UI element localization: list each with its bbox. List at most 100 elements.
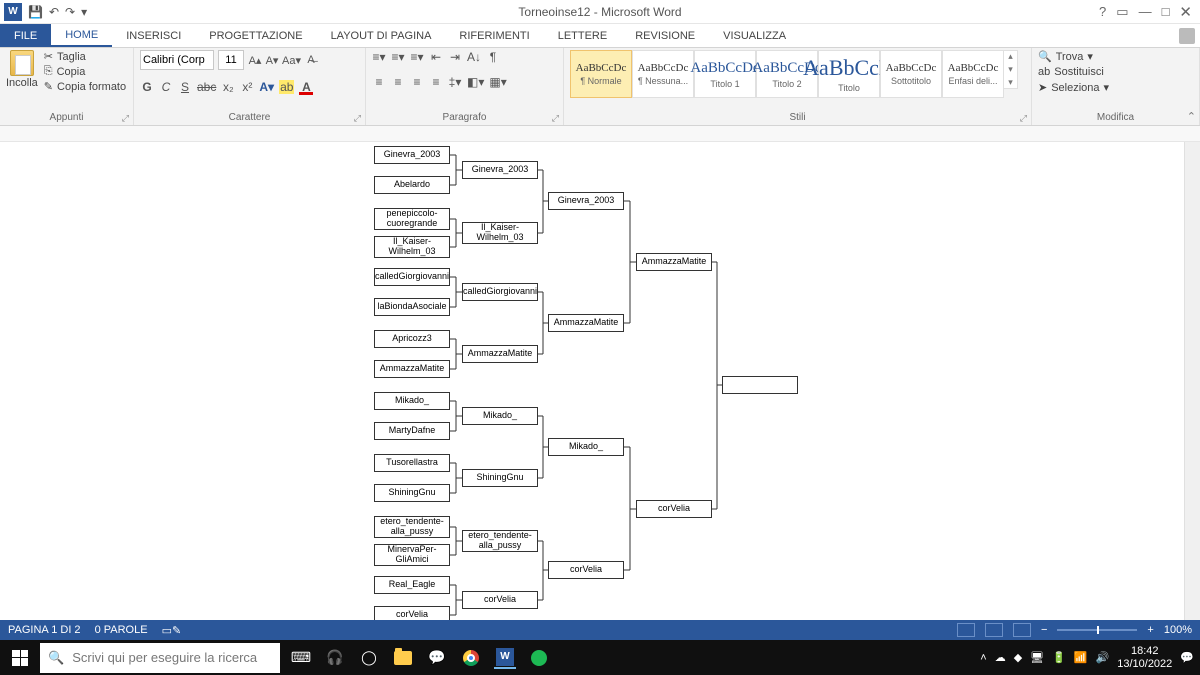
page-indicator[interactable]: PAGINA 1 DI 2: [8, 624, 81, 636]
borders-button[interactable]: ▦▾: [489, 75, 506, 89]
read-mode-button[interactable]: [957, 623, 975, 637]
tab-layout[interactable]: LAYOUT DI PAGINA: [317, 24, 446, 47]
collapse-ribbon-icon[interactable]: ⌃: [1187, 110, 1196, 123]
web-layout-button[interactable]: [1013, 623, 1031, 637]
dialog-launcher-icon[interactable]: ⤢: [552, 113, 559, 124]
style-enfasideli[interactable]: AaBbCcDcEnfasi deli...: [942, 50, 1004, 98]
tray-icon[interactable]: ◆: [1014, 651, 1022, 664]
style-titolo1[interactable]: AaBbCcDcTitolo 1: [694, 50, 756, 98]
font-size-input[interactable]: [218, 50, 244, 70]
save-icon[interactable]: 💾: [28, 5, 43, 19]
bold-button[interactable]: G: [140, 80, 154, 94]
dialog-launcher-icon[interactable]: ⤢: [1020, 113, 1027, 124]
ruler[interactable]: [0, 126, 1200, 142]
zoom-level[interactable]: 100%: [1164, 624, 1192, 636]
account-button[interactable]: [1174, 24, 1200, 47]
notifications-icon[interactable]: 💬: [1180, 651, 1194, 664]
maximize-icon[interactable]: □: [1162, 4, 1170, 19]
help-icon[interactable]: ?: [1099, 4, 1106, 19]
tab-design[interactable]: PROGETTAZIONE: [195, 24, 316, 47]
task-view-button[interactable]: ◯: [358, 647, 380, 669]
zoom-in-button[interactable]: +: [1147, 624, 1153, 636]
taskbar-app[interactable]: 🎧: [324, 647, 346, 669]
undo-icon[interactable]: ↶: [49, 5, 59, 19]
bullets-button[interactable]: ≡▾: [372, 50, 386, 64]
tab-file[interactable]: FILE: [0, 24, 51, 47]
taskbar-app[interactable]: ⌨: [290, 647, 312, 669]
styles-more-button[interactable]: ▴▾▾: [1004, 50, 1018, 89]
select-button[interactable]: ➤Seleziona ▾: [1038, 81, 1109, 94]
spotify-button[interactable]: [528, 647, 550, 669]
tray-chevron-icon[interactable]: ˄: [980, 652, 986, 664]
show-marks-button[interactable]: ¶: [486, 50, 500, 64]
battery-icon[interactable]: 🔋: [1052, 651, 1066, 664]
dialog-launcher-icon[interactable]: ⤢: [122, 113, 129, 124]
spellcheck-icon[interactable]: ▭✎: [162, 624, 182, 637]
cut-button[interactable]: ✂Taglia: [44, 50, 126, 63]
superscript-button[interactable]: x²: [240, 80, 254, 94]
font-color-button[interactable]: A: [299, 80, 313, 94]
increase-indent-button[interactable]: ⇥: [448, 50, 462, 64]
dialog-launcher-icon[interactable]: ⤢: [354, 113, 361, 124]
style-normale[interactable]: AaBbCcDc¶ Normale: [570, 50, 632, 98]
tray-icon[interactable]: 🖥: [1030, 651, 1044, 664]
copy-button[interactable]: ⎘Copia: [44, 65, 126, 78]
style-nessuna[interactable]: AaBbCcDc¶ Nessuna...: [632, 50, 694, 98]
close-icon[interactable]: ✕: [1179, 3, 1192, 21]
find-button[interactable]: 🔍Trova ▾: [1038, 50, 1093, 63]
format-painter-button[interactable]: ✎Copia formato: [44, 80, 126, 93]
chrome-button[interactable]: [460, 647, 482, 669]
ribbon-options-icon[interactable]: ▭: [1116, 4, 1128, 20]
shrink-font-button[interactable]: A▾: [265, 54, 279, 67]
print-layout-button[interactable]: [985, 623, 1003, 637]
start-button[interactable]: [0, 650, 40, 666]
justify-button[interactable]: ≡: [429, 75, 443, 89]
tab-view[interactable]: VISUALIZZA: [709, 24, 800, 47]
clear-format-button[interactable]: A̶: [304, 54, 318, 67]
text-effects-button[interactable]: A▾: [259, 80, 274, 94]
document-area[interactable]: Ginevra_2003Abelardopenepiccolo-cuoregra…: [0, 142, 1200, 620]
tab-insert[interactable]: INSERISCI: [112, 24, 195, 47]
zoom-out-button[interactable]: −: [1041, 624, 1047, 636]
volume-icon[interactable]: 🔊: [1096, 651, 1110, 664]
taskbar-search[interactable]: 🔍Scrivi qui per eseguire la ricerca: [40, 643, 280, 673]
highlight-button[interactable]: ab: [279, 80, 294, 94]
style-sottotitolo[interactable]: AaBbCcDcSottotitolo: [880, 50, 942, 98]
tab-mailings[interactable]: LETTERE: [544, 24, 622, 47]
grow-font-button[interactable]: A▴: [248, 54, 262, 67]
align-center-button[interactable]: ≡: [391, 75, 405, 89]
decrease-indent-button[interactable]: ⇤: [429, 50, 443, 64]
underline-button[interactable]: S: [178, 80, 192, 94]
vertical-scrollbar[interactable]: [1184, 142, 1200, 620]
word-count[interactable]: 0 PAROLE: [95, 624, 148, 636]
onedrive-icon[interactable]: ☁: [995, 651, 1006, 664]
paste-button[interactable]: Incolla: [6, 50, 38, 89]
tab-review[interactable]: REVISIONE: [621, 24, 709, 47]
tab-references[interactable]: RIFERIMENTI: [445, 24, 543, 47]
replace-button[interactable]: abSostituisci: [1038, 66, 1104, 78]
taskbar-app[interactable]: 💬: [426, 647, 448, 669]
redo-icon[interactable]: ↷: [65, 5, 75, 19]
minimize-icon[interactable]: ―: [1139, 4, 1152, 19]
subscript-button[interactable]: x₂: [221, 80, 235, 94]
qat-more-icon[interactable]: ▾: [81, 5, 87, 19]
font-name-input[interactable]: [140, 50, 214, 70]
sort-button[interactable]: A↓: [467, 50, 481, 64]
multilevel-button[interactable]: ≡▾: [410, 50, 424, 64]
line-spacing-button[interactable]: ‡▾: [448, 75, 462, 89]
wifi-icon[interactable]: 📶: [1074, 651, 1088, 664]
align-left-button[interactable]: ≡: [372, 75, 386, 89]
italic-button[interactable]: C: [159, 80, 173, 94]
strike-button[interactable]: abc: [197, 80, 216, 94]
tab-home[interactable]: HOME: [51, 24, 112, 47]
numbering-button[interactable]: ≡▾: [391, 50, 405, 64]
word-button[interactable]: W: [494, 647, 516, 669]
file-explorer-button[interactable]: [392, 647, 414, 669]
zoom-slider[interactable]: [1057, 629, 1137, 631]
align-right-button[interactable]: ≡: [410, 75, 424, 89]
change-case-button[interactable]: Aa▾: [282, 54, 301, 67]
shading-button[interactable]: ◧▾: [467, 75, 484, 89]
clock[interactable]: 18:42 13/10/2022: [1117, 645, 1172, 669]
style-titolo[interactable]: AaBbCcDTitolo: [818, 50, 880, 98]
bracket-node: Apricozz3: [374, 330, 450, 348]
